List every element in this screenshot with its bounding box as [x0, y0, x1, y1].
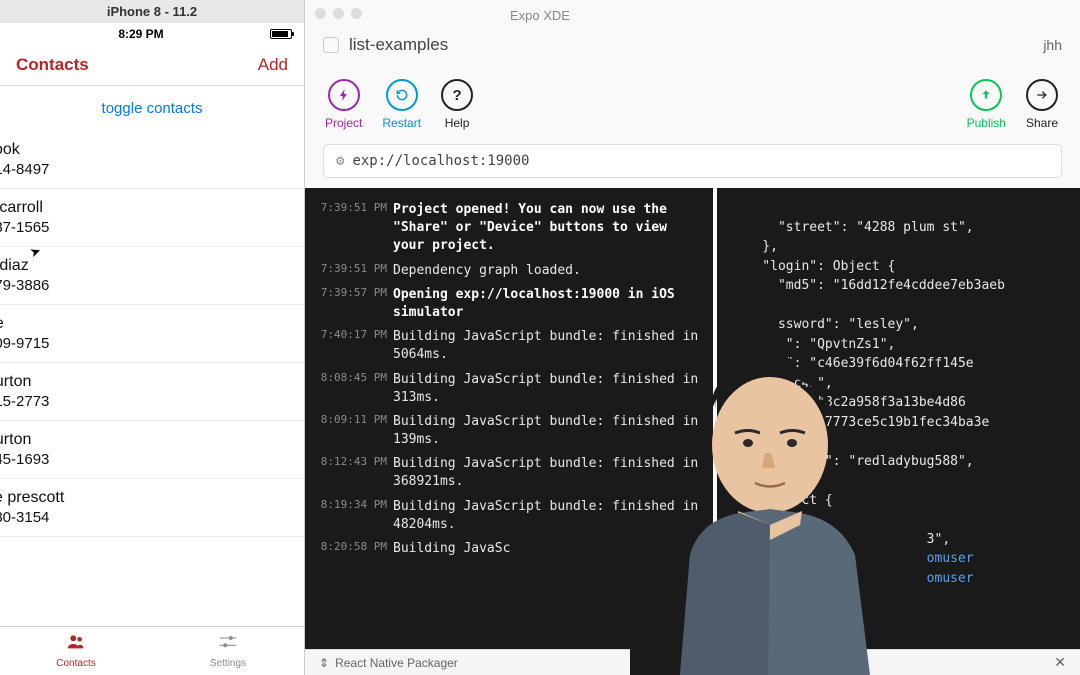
ios-simulator: iPhone 8 - 11.2 8:29 PM Contacts Add tog…: [0, 0, 305, 675]
help-icon: ?: [441, 79, 473, 111]
simulator-device-title: iPhone 8 - 11.2: [0, 0, 304, 23]
project-button[interactable]: Project: [325, 79, 362, 130]
contact-name: ce prescott: [0, 489, 288, 507]
help-button[interactable]: ? Help: [441, 79, 473, 130]
user-label[interactable]: jhh: [1043, 37, 1062, 53]
restart-button[interactable]: Restart: [382, 79, 421, 130]
contacts-list[interactable]: cook 714-8497 o carroll 887-1565 a diaz …: [0, 131, 304, 626]
status-time: 8:29 PM: [118, 27, 163, 41]
contact-phone: 887-1565: [0, 219, 288, 236]
window-minimize[interactable]: [333, 8, 344, 19]
tab-bar: Contacts Settings: [0, 626, 304, 675]
contact-item[interactable]: burton 615-2773: [0, 363, 304, 421]
arrow-right-icon: [1026, 79, 1058, 111]
contact-phone: 445-1693: [0, 451, 288, 468]
log-line: 7:39:51 PMProject opened! You can now us…: [305, 198, 713, 259]
tab-contacts[interactable]: Contacts: [0, 631, 152, 669]
toggle-contacts-button[interactable]: toggle contacts: [0, 86, 304, 131]
restart-icon: [386, 79, 418, 111]
toolbar: Project Restart ? Help: [305, 69, 1080, 144]
contact-phone: 909-9715: [0, 335, 288, 352]
window-title: Expo XDE: [440, 8, 640, 23]
window-maximize[interactable]: [351, 8, 362, 19]
contact-phone: 615-2773: [0, 393, 288, 410]
expo-header: list-examples jhh: [305, 27, 1080, 69]
upload-icon: [970, 79, 1002, 111]
url-value: exp://localhost:19000: [352, 153, 529, 169]
footer-label: React Native Packager: [335, 656, 458, 670]
tab-contacts-label: Contacts: [0, 658, 152, 669]
contact-name: o carroll: [0, 199, 288, 217]
contact-name: a diaz: [0, 257, 288, 275]
contact-item[interactable]: ce prescott 780-3154: [0, 479, 304, 537]
add-button[interactable]: Add: [258, 55, 288, 75]
log-line: 7:39:51 PMDependency graph loaded.: [305, 259, 713, 283]
battery-icon: [270, 29, 292, 39]
contact-phone: 579-3886: [0, 277, 288, 294]
tab-settings-label: Settings: [152, 658, 304, 669]
contacts-icon: [0, 631, 152, 657]
contact-name: burton: [0, 373, 288, 391]
share-button[interactable]: Share: [1026, 79, 1058, 130]
tab-settings[interactable]: Settings: [152, 631, 304, 669]
log-line: 7:39:57 PMOpening exp://localhost:19000 …: [305, 283, 713, 325]
project-name: list-examples: [349, 35, 448, 55]
nav-header: Contacts Add: [0, 45, 304, 86]
contact-item[interactable]: a diaz 579-3886: [0, 247, 304, 305]
contact-item[interactable]: cook 714-8497: [0, 131, 304, 189]
window-controls: [305, 0, 1080, 27]
footer-close-icon[interactable]: ✕: [1054, 654, 1066, 671]
url-bar[interactable]: ⚙ exp://localhost:19000: [323, 144, 1062, 178]
contact-name: ee: [0, 315, 288, 333]
contact-item[interactable]: ee 909-9715: [0, 305, 304, 363]
contact-item[interactable]: o carroll 887-1565: [0, 189, 304, 247]
nav-title: Contacts: [16, 55, 89, 75]
settings-icon: [152, 631, 304, 657]
publish-button[interactable]: Publish: [967, 79, 1006, 130]
lightning-icon: [328, 79, 360, 111]
window-close[interactable]: [315, 8, 326, 19]
status-right: [270, 29, 292, 39]
gear-icon[interactable]: ⚙: [336, 153, 344, 169]
presenter-person: [640, 325, 905, 675]
contact-item[interactable]: burton 445-1693: [0, 421, 304, 479]
project-checkbox[interactable]: [323, 37, 339, 53]
contact-phone: 780-3154: [0, 509, 288, 526]
status-bar: 8:29 PM: [0, 23, 304, 45]
contact-name: cook: [0, 141, 288, 159]
contact-phone: 714-8497: [0, 161, 288, 178]
expand-icon[interactable]: ⇕: [319, 656, 329, 670]
contact-name: burton: [0, 431, 288, 449]
